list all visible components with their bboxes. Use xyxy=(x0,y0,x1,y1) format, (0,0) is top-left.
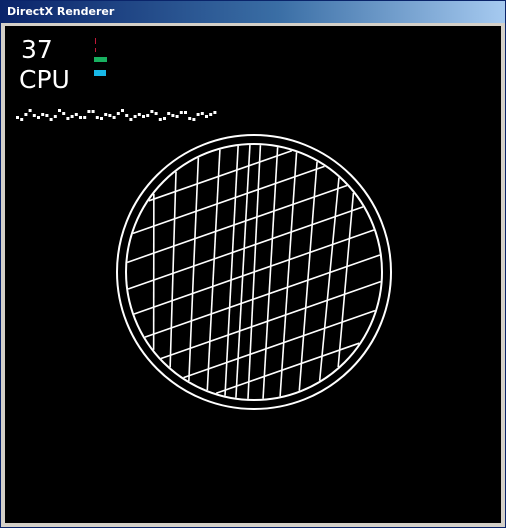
graph-dot xyxy=(121,109,124,112)
render-viewport[interactable]: 37 CPU xyxy=(5,26,501,523)
graph-dot xyxy=(104,113,108,116)
graph-dot xyxy=(146,114,150,117)
meter-green-bar xyxy=(94,57,107,62)
graph-dot xyxy=(49,118,53,121)
graph-dot xyxy=(32,114,36,117)
graph-dot xyxy=(129,118,133,121)
wire-line xyxy=(235,145,251,398)
graph-dot xyxy=(209,113,213,116)
graph-dot xyxy=(112,116,116,119)
wire-line xyxy=(318,177,340,381)
graph-dot xyxy=(137,113,141,116)
graph-dot xyxy=(16,116,19,119)
graph-dot xyxy=(133,115,137,118)
graph-dot xyxy=(24,113,28,116)
sphere-wireframe xyxy=(127,145,381,399)
graph-dot xyxy=(41,113,45,116)
graph-dot xyxy=(213,111,217,114)
graph-dot xyxy=(28,109,32,112)
graph-dot xyxy=(87,110,91,113)
graph-dot xyxy=(205,115,208,118)
wire-line xyxy=(169,171,177,368)
wire-line xyxy=(224,145,239,396)
graph-dot xyxy=(116,112,120,115)
wire-line xyxy=(279,152,298,397)
fps-counter: 37 xyxy=(21,35,53,64)
graph-dot xyxy=(62,112,66,115)
graph-dot xyxy=(154,112,158,115)
graph-dot xyxy=(20,118,24,121)
graph-dot xyxy=(100,117,103,120)
renderer-window: DirectX Renderer 37 CPU xyxy=(0,0,506,528)
graph-dot xyxy=(70,115,74,118)
meter-cyan-bar xyxy=(94,70,106,76)
graph-dot xyxy=(175,115,179,118)
wire-line xyxy=(247,145,262,399)
graph-dot xyxy=(66,117,70,120)
meter-red-tick xyxy=(95,38,96,44)
graph-dot xyxy=(184,111,187,114)
scene-canvas xyxy=(16,109,392,410)
cpu-label: CPU xyxy=(19,65,70,94)
graph-dot xyxy=(37,116,40,119)
title-bar[interactable]: DirectX Renderer xyxy=(1,1,505,23)
graph-dot xyxy=(125,114,129,117)
frame-time-graph xyxy=(16,109,217,121)
wire-line xyxy=(337,192,355,368)
graph-dot xyxy=(196,113,200,116)
graph-dot xyxy=(188,117,192,120)
window-title: DirectX Renderer xyxy=(7,5,115,18)
graph-dot xyxy=(158,118,162,121)
graph-dot xyxy=(167,112,171,115)
graph-dot xyxy=(45,114,49,117)
graph-dot xyxy=(74,113,78,116)
graph-dot xyxy=(108,114,112,117)
meter-red-tick-lower xyxy=(95,48,96,52)
graph-dot xyxy=(58,109,61,112)
graph-dot xyxy=(79,116,82,119)
graph-dot xyxy=(163,117,166,120)
graph-dot xyxy=(95,116,99,119)
graph-dot xyxy=(192,118,196,121)
graph-dot xyxy=(150,110,154,113)
graph-dot xyxy=(83,116,87,119)
graph-dot xyxy=(142,115,145,118)
graph-dot xyxy=(179,111,183,114)
wire-line xyxy=(298,161,318,391)
wire-line xyxy=(183,309,376,379)
graph-dot xyxy=(200,112,204,115)
graph-dot xyxy=(53,115,57,118)
graph-dot xyxy=(91,110,95,113)
graph-dot xyxy=(171,114,175,117)
wire-line xyxy=(206,149,221,391)
